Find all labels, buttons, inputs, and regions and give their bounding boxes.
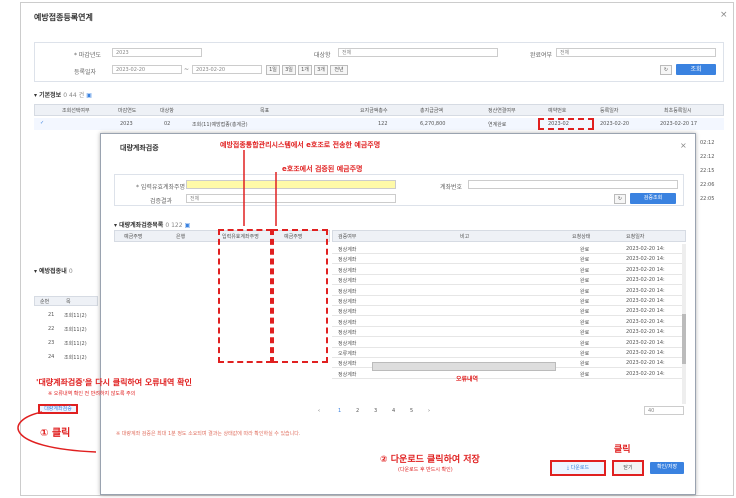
- arrow-step1: [17, 411, 97, 453]
- annotation-arrows: [17, 150, 277, 453]
